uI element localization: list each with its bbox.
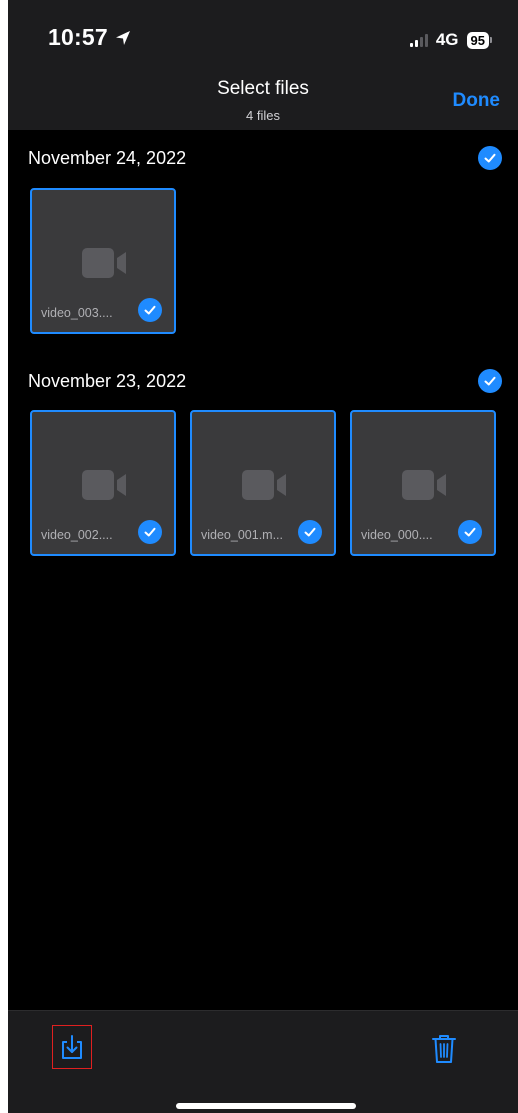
home-indicator[interactable] (176, 1103, 356, 1109)
section-date: November 24, 2022 (28, 147, 187, 168)
done-button[interactable]: Done (453, 90, 501, 112)
selected-checkmark-icon[interactable] (298, 520, 322, 544)
selected-checkmark-icon[interactable] (458, 520, 482, 544)
file-name: video_003.... (41, 306, 113, 320)
export-button[interactable] (52, 1025, 92, 1069)
file-count: 4 files (246, 108, 280, 123)
file-name: video_002.... (41, 528, 113, 542)
bottom-toolbar (8, 1010, 518, 1113)
file-tile[interactable]: video_000.... (350, 410, 496, 556)
video-camera-icon (242, 470, 286, 500)
file-tile[interactable]: video_002.... (30, 410, 176, 556)
video-camera-icon (82, 248, 126, 278)
video-camera-icon (82, 470, 126, 500)
status-bar-indicators: 4G 95 (409, 30, 492, 50)
section-date: November 23, 2022 (28, 370, 187, 391)
file-tile[interactable]: video_001.m... (190, 410, 336, 556)
page-title: Select files (217, 78, 309, 99)
location-arrow-icon (115, 30, 130, 45)
file-tile[interactable]: video_003.... (30, 188, 176, 334)
select-all-checkmark-icon[interactable] (478, 146, 502, 170)
network-type: 4G (435, 30, 459, 49)
status-bar-time: 10:57 (48, 24, 132, 51)
battery-icon: 95 (466, 31, 492, 49)
selected-checkmark-icon[interactable] (138, 520, 162, 544)
cellular-signal-icon (409, 33, 428, 47)
select-all-checkmark-icon[interactable] (478, 369, 502, 393)
selected-checkmark-icon[interactable] (138, 298, 162, 322)
section-header-nov-24: November 24, 2022 (28, 146, 502, 170)
video-camera-icon (402, 470, 446, 500)
section-header-nov-23: November 23, 2022 (28, 369, 502, 393)
file-name: video_001.m... (201, 528, 283, 542)
file-name: video_000.... (361, 528, 433, 542)
delete-button[interactable] (426, 1029, 462, 1069)
app-screen: 10:57 4G 95 Select files 4 files Done No… (8, 0, 518, 1113)
navigation-header: 10:57 4G 95 Select files 4 files Done (8, 0, 518, 130)
battery-level: 95 (466, 31, 489, 49)
trash-icon (432, 1035, 456, 1063)
export-download-icon (62, 1035, 82, 1059)
